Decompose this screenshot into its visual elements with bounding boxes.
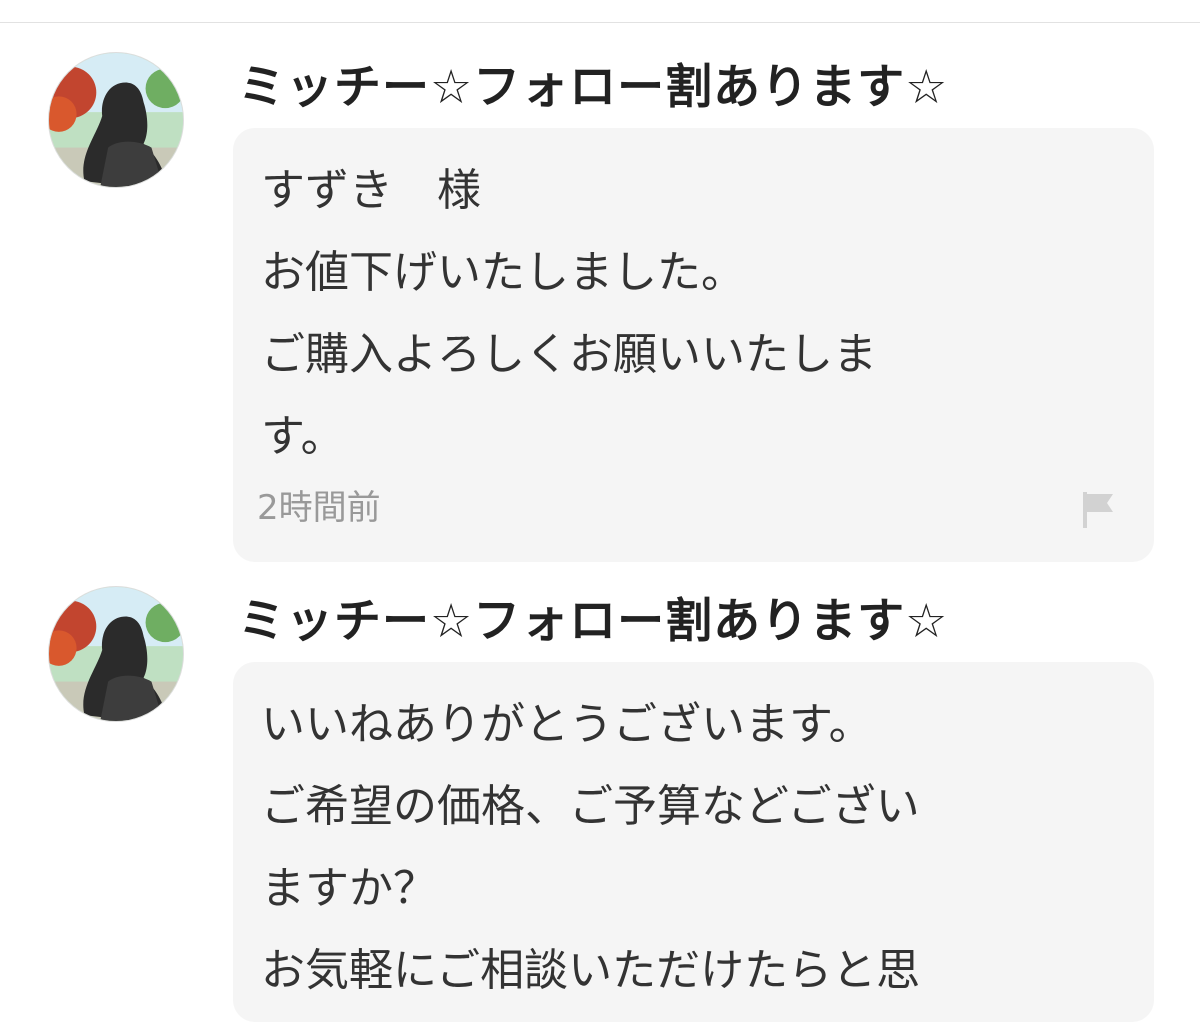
message-line: すずき 様 [261,165,481,216]
message-line: ますか？ [261,863,437,914]
avatar-photo [49,53,183,187]
top-divider [0,22,1200,23]
comment-meta: 2時間前 [257,476,1126,538]
message-line: す。 [261,411,345,462]
avatar-photo [49,587,183,721]
avatar[interactable] [48,52,184,188]
flag-icon[interactable] [1081,490,1117,530]
comment-bubble: いいねありがとうございます。 ご希望の価格、ご予算などござい ますか？ お気軽に… [233,662,1154,1022]
message-line: ご購入よろしくお願いいたしま [261,329,877,380]
comment-username[interactable]: ミッチー☆フォロー割あります☆ [238,58,948,118]
message-line: いいねありがとうございます。 [261,699,873,750]
message-line: お値下げいたしました。 [261,247,745,298]
comment-bubble: すずき 様 お値下げいたしました。 ご購入よろしくお願いいたしま す。 2時間前 [233,128,1154,562]
message-line: ご希望の価格、ご予算などござい [261,781,920,832]
comment-timestamp: 2時間前 [257,488,381,528]
message-line: お気軽にご相談いただけたらと思 [261,945,921,996]
avatar[interactable] [48,586,184,722]
comment-username[interactable]: ミッチー☆フォロー割あります☆ [238,592,948,652]
